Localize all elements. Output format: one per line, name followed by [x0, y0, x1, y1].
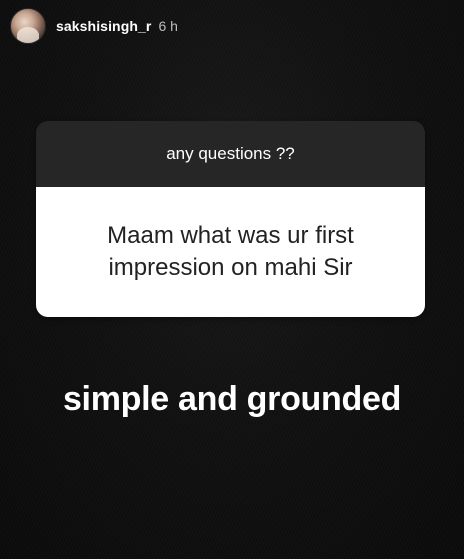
post-time: 6 h — [158, 18, 178, 34]
question-sticker-prompt: any questions ?? — [36, 121, 425, 187]
avatar[interactable] — [10, 8, 46, 44]
answer-text: simple and grounded — [62, 380, 402, 418]
story-header: sakshisingh_r 6 h — [10, 8, 178, 44]
username[interactable]: sakshisingh_r — [56, 18, 151, 34]
question-sticker: any questions ?? Maam what was ur first … — [36, 121, 425, 317]
story-view[interactable]: sakshisingh_r 6 h any questions ?? Maam … — [0, 0, 464, 559]
prompt-text: any questions ?? — [166, 144, 295, 163]
question-text: Maam what was ur first impression on mah… — [107, 222, 354, 281]
question-sticker-body: Maam what was ur first impression on mah… — [36, 187, 425, 317]
